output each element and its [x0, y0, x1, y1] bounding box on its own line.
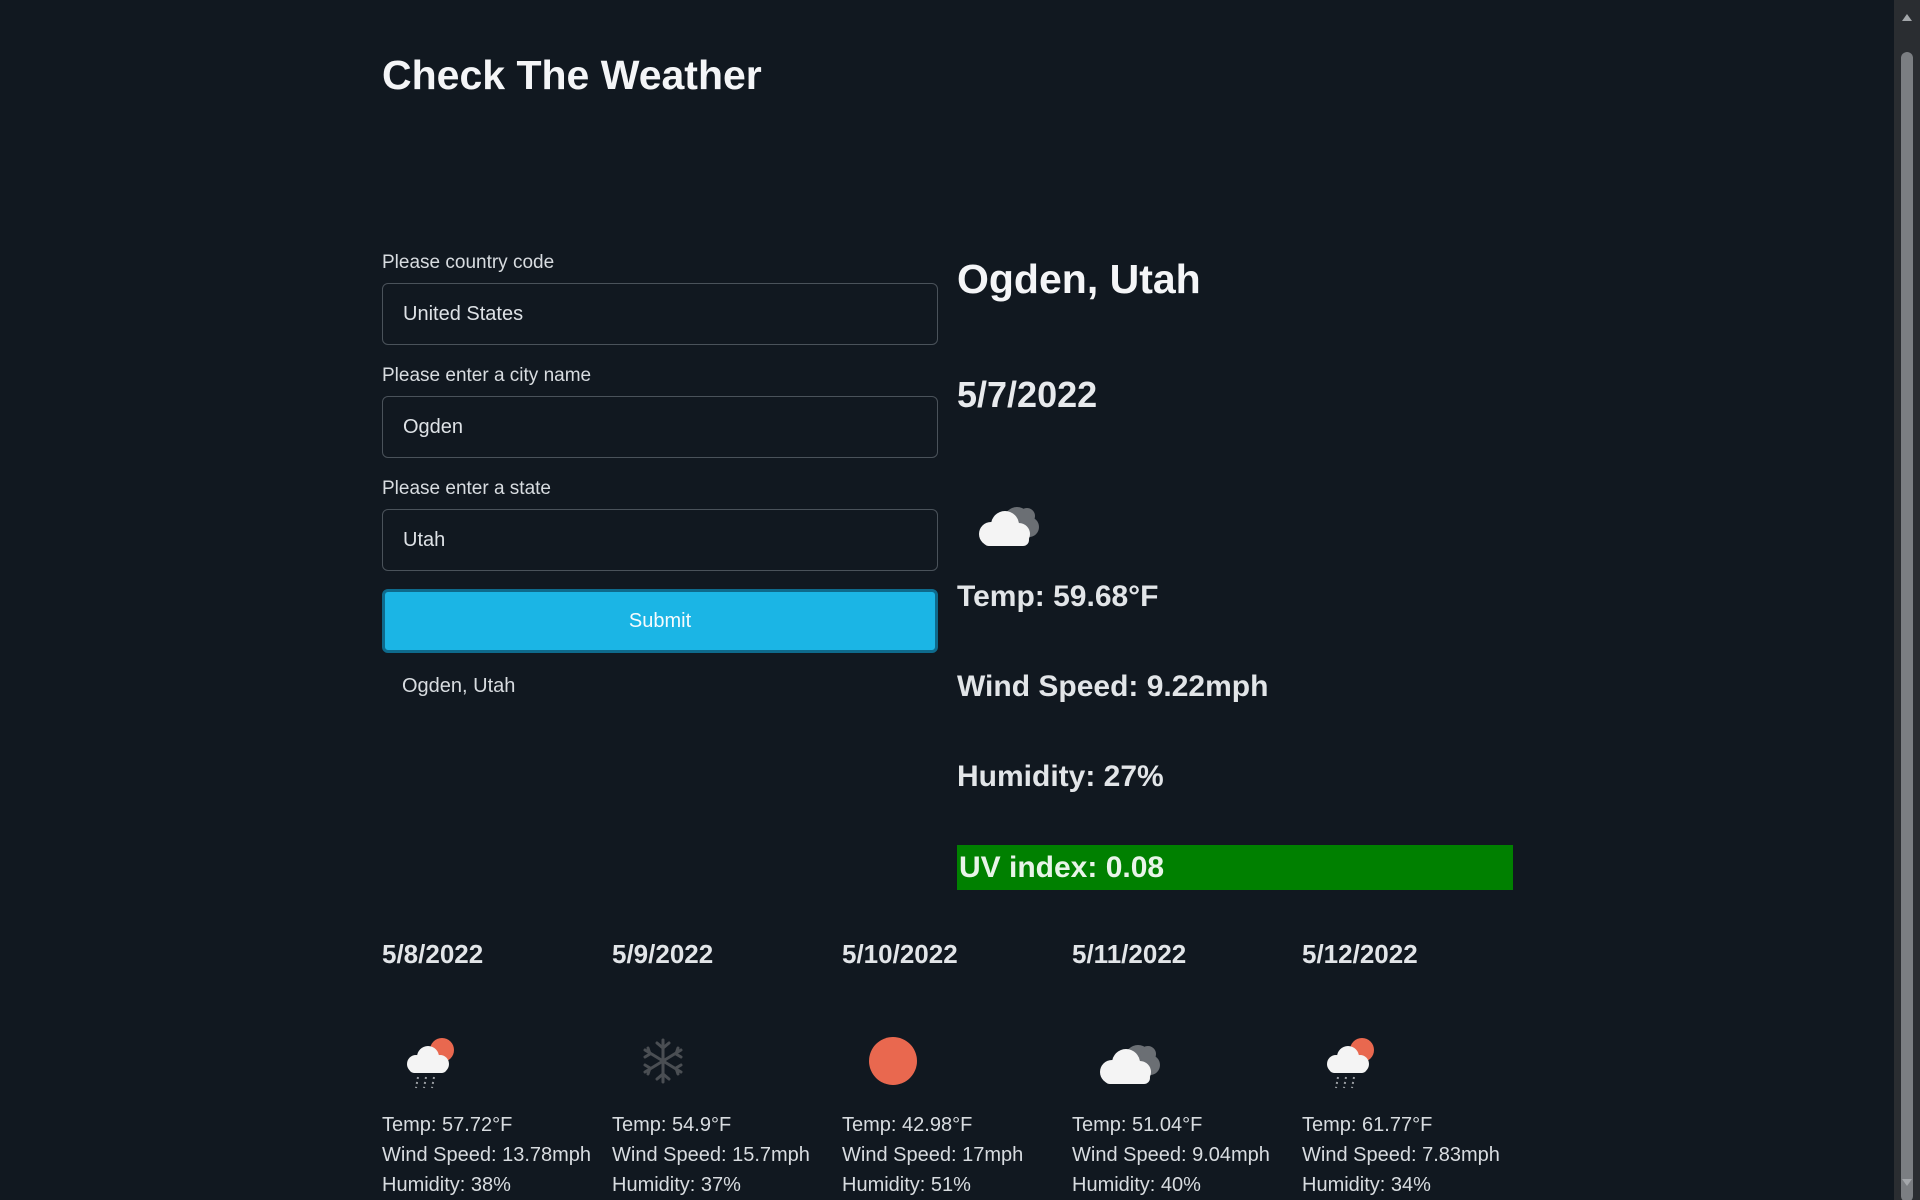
country-input[interactable]: [382, 283, 938, 345]
rain-sun-icon: [407, 1038, 454, 1089]
forecast-humidity: Humidity: 51%: [842, 1174, 971, 1196]
forecast-wind: Wind Speed: 17mph: [842, 1144, 1024, 1166]
forecast-humidity: Humidity: 40%: [1072, 1174, 1201, 1196]
forecast-card: 5/8/2022 Temp: 57.72°F Wind Speed: 13.78…: [382, 938, 602, 1196]
forecast-date: 5/11/2022: [1072, 939, 1187, 969]
current-wind: Wind Speed: 9.22mph: [957, 670, 1269, 703]
forecast-temp: Temp: 51.04°F: [1072, 1114, 1203, 1136]
weather-page: Check The Weather Please country code Pl…: [0, 0, 1920, 1200]
search-form: Please country code Please enter a city …: [382, 252, 938, 698]
city-group: Please enter a city name: [382, 365, 938, 458]
forecast-card: 5/12/2022 Temp: 61.77°F Wind Speed: 7.83…: [1302, 938, 1522, 1196]
forecast-humidity: Humidity: 38%: [382, 1174, 511, 1196]
city-title: Ogden, Utah: [957, 256, 1201, 302]
scrollbar-thumb[interactable]: [1901, 52, 1913, 1200]
uv-index-badge: UV index: 0.08: [957, 845, 1513, 890]
forecast-wind: Wind Speed: 9.04mph: [1072, 1144, 1270, 1166]
rain-sun-icon: [1327, 1038, 1374, 1089]
forecast-date: 5/12/2022: [1302, 939, 1418, 969]
search-history-item[interactable]: Ogden, Utah: [382, 675, 938, 698]
forecast-wind: Wind Speed: 15.7mph: [612, 1144, 810, 1166]
current-temp: Temp: 59.68°F: [957, 580, 1159, 613]
forecast-temp: Temp: 54.9°F: [612, 1114, 732, 1136]
country-label: Please country code: [382, 252, 555, 273]
country-group: Please country code: [382, 252, 938, 345]
current-humidity: Humidity: 27%: [957, 760, 1164, 793]
scroll-down-icon[interactable]: [1902, 1179, 1912, 1186]
forecast-temp: Temp: 61.77°F: [1302, 1114, 1433, 1136]
snow-icon: [643, 1038, 683, 1084]
forecast-date: 5/8/2022: [382, 939, 484, 969]
vertical-scrollbar[interactable]: [1894, 0, 1920, 1200]
cloudy-icon: [979, 507, 1039, 546]
state-label: Please enter a state: [382, 478, 551, 499]
forecast-temp: Temp: 57.72°F: [382, 1114, 513, 1136]
forecast-temp: Temp: 42.98°F: [842, 1114, 973, 1136]
sun-icon: [869, 1037, 917, 1085]
submit-button[interactable]: Submit: [382, 589, 938, 653]
city-label: Please enter a city name: [382, 365, 592, 386]
page-title: Check The Weather: [382, 52, 762, 98]
forecast-card: 5/9/2022 Temp: 54.9°F Wind Speed: 15.7mp…: [612, 938, 832, 1196]
state-input[interactable]: [382, 509, 938, 571]
forecast-row: 5/8/2022 Temp: 57.72°F Wind Speed: 13.78…: [382, 938, 1514, 1200]
current-date: 5/7/2022: [957, 374, 1098, 415]
scroll-up-icon[interactable]: [1902, 14, 1912, 21]
cloudy-icon: [1100, 1045, 1160, 1084]
forecast-humidity: Humidity: 34%: [1302, 1174, 1431, 1196]
state-group: Please enter a state: [382, 478, 938, 571]
forecast-card: 5/11/2022 Temp: 51.04°F Wind Speed: 9.04…: [1072, 938, 1292, 1196]
city-input[interactable]: [382, 396, 938, 458]
forecast-card: 5/10/2022 Temp: 42.98°F Wind Speed: 17mp…: [842, 938, 1062, 1196]
forecast-date: 5/9/2022: [612, 939, 714, 969]
forecast-wind: Wind Speed: 13.78mph: [382, 1144, 592, 1166]
forecast-humidity: Humidity: 37%: [612, 1174, 741, 1196]
forecast-date: 5/10/2022: [842, 939, 958, 969]
forecast-wind: Wind Speed: 7.83mph: [1302, 1144, 1500, 1166]
